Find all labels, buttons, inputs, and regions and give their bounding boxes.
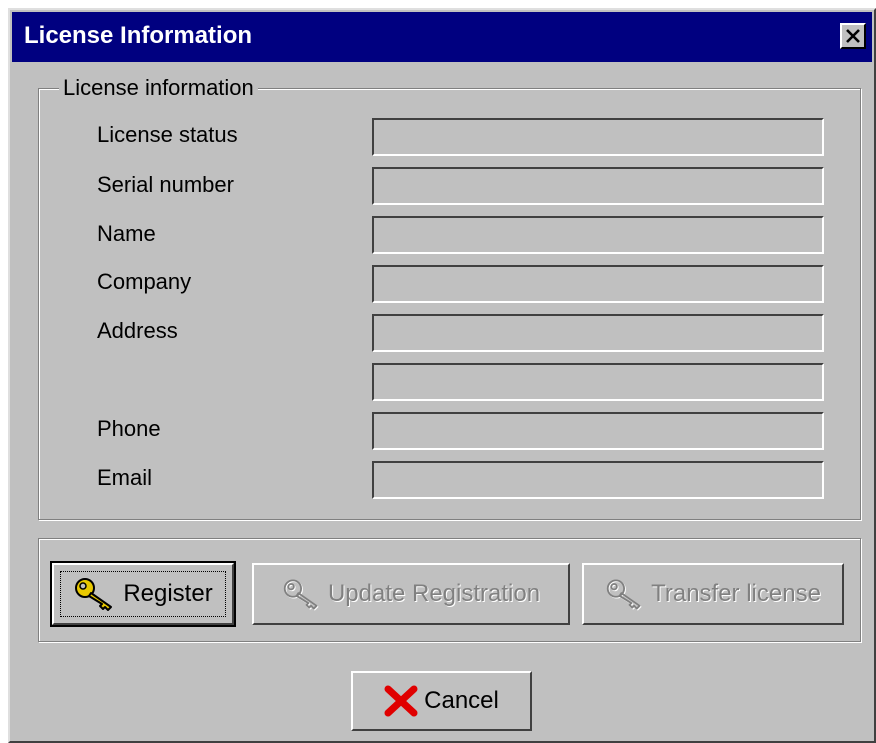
license-status-field[interactable] bbox=[372, 118, 824, 156]
red-x-icon bbox=[384, 685, 418, 717]
name-field[interactable] bbox=[372, 216, 824, 254]
email-label: Email bbox=[97, 465, 153, 490]
phone-label: Phone bbox=[97, 416, 161, 441]
close-button[interactable] bbox=[840, 23, 866, 49]
address-field-line1[interactable] bbox=[372, 314, 824, 352]
email-field[interactable] bbox=[372, 461, 824, 499]
update-registration-button[interactable]: Update Registration bbox=[252, 563, 570, 625]
serial-number-field[interactable] bbox=[372, 167, 824, 205]
register-label: Register bbox=[123, 580, 213, 607]
key-icon bbox=[605, 577, 645, 611]
company-label: Company bbox=[97, 269, 192, 294]
address-label: Address bbox=[97, 318, 178, 343]
license-actions-group: Register Update Registration Transfer li… bbox=[38, 538, 861, 642]
cancel-label: Cancel bbox=[424, 687, 499, 714]
key-icon bbox=[73, 576, 117, 612]
license-info-group: License information License status Seria… bbox=[38, 75, 861, 520]
name-label: Name bbox=[97, 221, 156, 246]
group-legend: License information bbox=[59, 75, 258, 101]
window-title: License Information bbox=[24, 22, 253, 49]
transfer-license-label: Transfer license bbox=[651, 580, 821, 607]
license-dialog: License Information License information … bbox=[8, 8, 876, 743]
transfer-license-button[interactable]: Transfer license bbox=[582, 563, 844, 625]
address-field-line2[interactable] bbox=[372, 363, 824, 401]
update-registration-label: Update Registration bbox=[327, 580, 541, 607]
serial-number-label: Serial number bbox=[97, 172, 234, 197]
phone-field[interactable] bbox=[372, 412, 824, 450]
company-field[interactable] bbox=[372, 265, 824, 303]
title-bar[interactable]: License Information bbox=[12, 12, 872, 62]
close-icon bbox=[846, 29, 860, 43]
cancel-button[interactable]: Cancel bbox=[351, 671, 532, 731]
license-status-label: License status bbox=[97, 122, 238, 147]
register-button[interactable]: Register bbox=[50, 561, 236, 627]
key-icon bbox=[282, 577, 322, 611]
